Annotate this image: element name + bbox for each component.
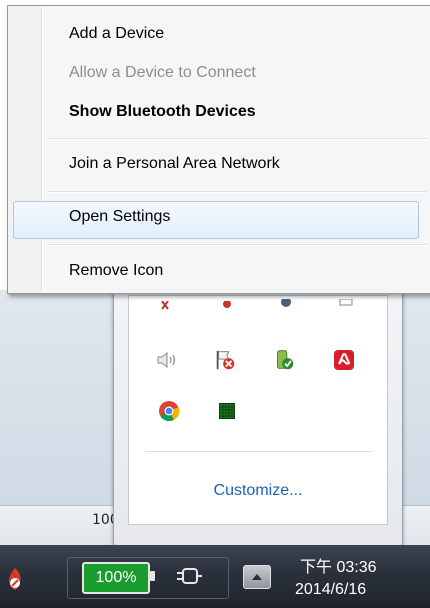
clock-time[interactable]: 下午 03:36 (300, 553, 377, 577)
clock-date[interactable]: 2014/6/16 (295, 581, 366, 599)
volume-icon[interactable] (155, 348, 179, 372)
battery-percent-text: 100% (95, 569, 137, 586)
battery-indicator[interactable]: 100% (82, 562, 150, 594)
menu-item-open-settings[interactable]: Open Settings (69, 208, 170, 226)
action-center-flag-icon[interactable] (213, 348, 237, 372)
battery-tip-icon (150, 571, 155, 581)
menu-item-add-device[interactable]: Add a Device (69, 25, 164, 43)
avira-antivirus-icon[interactable] (332, 348, 356, 372)
hidden-tray-icon[interactable] (215, 294, 239, 318)
power-plug-icon[interactable] (175, 563, 203, 589)
customize-link[interactable]: Customize... (129, 482, 387, 500)
menu-separator (48, 244, 427, 246)
menu-separator (48, 191, 427, 193)
menu-item-show-bluetooth-devices[interactable]: Show Bluetooth Devices (69, 103, 256, 121)
flyout-separator (145, 451, 371, 452)
tray-overflow-flyout: Customize... (113, 280, 403, 548)
tray-overflow-panel: Customize... (128, 295, 388, 525)
hidden-tray-icon[interactable] (334, 292, 358, 316)
menu-item-allow-device-connect: Allow a Device to Connect (69, 64, 256, 81)
update-shield-icon[interactable] (272, 348, 296, 372)
bluetooth-context-menu: Add a Device Allow a Device to Connect S… (7, 5, 430, 294)
chrome-icon[interactable] (157, 399, 181, 423)
menu-item-join-pan[interactable]: Join a Personal Area Network (69, 155, 280, 173)
hidden-tray-icon[interactable] (157, 294, 181, 318)
menu-gutter-divider-highlight (42, 6, 43, 293)
menu-gutter (8, 6, 41, 293)
taskbar-app-button[interactable] (0, 559, 30, 599)
hidden-tray-icon[interactable] (274, 292, 298, 316)
show-hidden-icons-button[interactable] (243, 565, 271, 589)
taskbar: 100% 下午 03:36 2014/6/16 (0, 545, 430, 608)
green-grid-icon[interactable] (215, 399, 239, 423)
menu-item-remove-icon[interactable]: Remove Icon (69, 262, 163, 280)
chevron-up-icon (252, 574, 262, 580)
menu-separator (48, 138, 427, 140)
